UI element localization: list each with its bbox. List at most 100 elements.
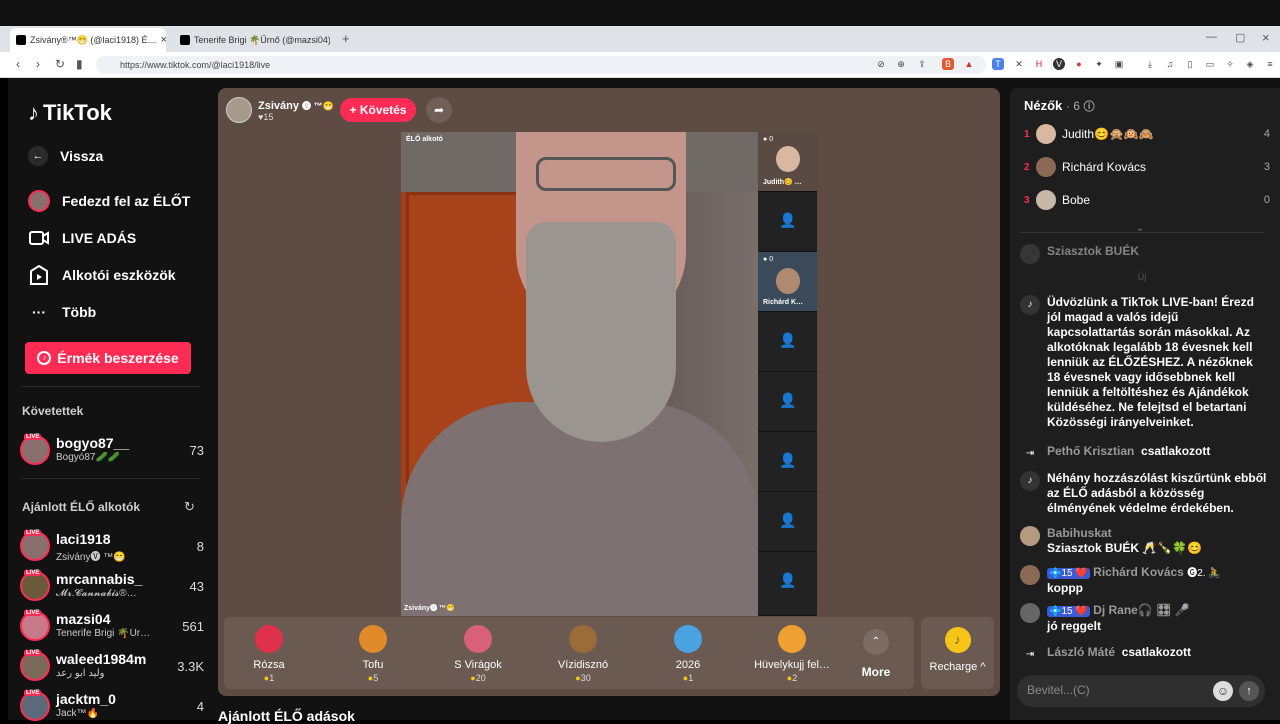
- back-link[interactable]: ← Vissza: [28, 146, 103, 166]
- close-window-icon[interactable]: ×: [1262, 30, 1270, 45]
- host-name: Zsivány: [258, 99, 299, 112]
- followed-heading: Követettek: [22, 404, 84, 418]
- forward-nav-icon[interactable]: ›: [36, 57, 40, 71]
- extension-icon[interactable]: ▣: [1113, 58, 1125, 70]
- chevron-up-icon: ⌃: [863, 629, 889, 655]
- capybara-gift-icon: [569, 625, 597, 653]
- gift-item[interactable]: Tofu ●5: [328, 617, 418, 689]
- gift-item[interactable]: S Virágok ●20: [433, 617, 523, 689]
- get-coins-button[interactable]: ♪ Érmék beszerzése: [25, 342, 191, 374]
- maximize-icon[interactable]: ▢: [1235, 31, 1245, 44]
- browser-tab[interactable]: Tenerife Brigi 🌴Űrnő (@mazsi04) Él… ×: [174, 28, 330, 52]
- tiktok-favicon: [16, 35, 26, 45]
- coin-icon: ♪: [944, 627, 971, 653]
- guest-slot[interactable]: 👤: [758, 192, 817, 252]
- viewer-row[interactable]: 1 Judith😊🙊🙉🙈 4: [1024, 122, 1270, 146]
- join-icon: ⇥: [1025, 649, 1035, 660]
- guest-slot[interactable]: ● 0 Richárd K…: [758, 252, 817, 312]
- more-dots-icon: ···: [32, 304, 46, 320]
- host-avatar[interactable]: [226, 97, 252, 123]
- gift-item[interactable]: 2026 ●1: [643, 617, 733, 689]
- creator-tools-icon: [28, 264, 50, 286]
- zoom-icon[interactable]: ⊕: [895, 58, 907, 70]
- translate-icon[interactable]: T: [992, 58, 1004, 70]
- viewer-row[interactable]: 2 Richárd Kovács 3: [1024, 155, 1270, 179]
- more-gifts-button[interactable]: ⌃ More: [854, 617, 898, 689]
- copilot-icon[interactable]: ✧: [1224, 58, 1236, 70]
- person-placeholder-icon: 👤: [779, 572, 797, 588]
- viewer-row[interactable]: 3 Bobe 0: [1024, 188, 1270, 212]
- recharge-button[interactable]: ♪ Recharge ^: [921, 617, 994, 689]
- tab-title: Zsivány®™😁 (@laci1918) É…: [30, 34, 157, 45]
- guest-slot[interactable]: 👤: [758, 432, 817, 492]
- extension-icon[interactable]: ✕: [1013, 58, 1025, 70]
- refresh-icon[interactable]: ↻: [184, 499, 195, 515]
- gift-item[interactable]: Rózsa ●1: [224, 617, 314, 689]
- nav-more[interactable]: ··· Több: [28, 301, 96, 323]
- extension-icon[interactable]: ●: [1073, 58, 1085, 70]
- sidebar-icon[interactable]: ▯: [1184, 58, 1196, 70]
- guest-slot[interactable]: 👤: [758, 372, 817, 432]
- avatar: [1020, 565, 1040, 585]
- gift-item[interactable]: Hüvelykujj fel… ●2: [747, 617, 837, 689]
- video-camera-icon: [28, 227, 50, 249]
- guest-slot[interactable]: 👤: [758, 312, 817, 372]
- new-tab-icon[interactable]: +: [342, 31, 350, 46]
- avatar: [1020, 603, 1040, 623]
- send-arrow-icon[interactable]: ↑: [1239, 681, 1259, 701]
- nav-go-live[interactable]: LIVE ADÁS: [28, 227, 136, 249]
- follow-button[interactable]: + Követés: [340, 98, 416, 122]
- wallet-icon[interactable]: ▭: [1204, 58, 1216, 70]
- avatar: [1036, 157, 1056, 177]
- info-icon: ⓘ: [1083, 101, 1095, 113]
- join-icon: ⇥: [1025, 448, 1035, 459]
- extension-icon[interactable]: H: [1033, 58, 1045, 70]
- nav-creator-tools[interactable]: Alkotói eszközök: [28, 264, 176, 286]
- tiktok-favicon: [180, 35, 190, 45]
- coin-icon: ♪: [37, 351, 52, 365]
- download-icon[interactable]: ⤓: [1144, 58, 1156, 70]
- tiktok-note-icon: ♪: [1020, 295, 1040, 315]
- extension-icon[interactable]: V: [1053, 58, 1065, 70]
- back-nav-icon[interactable]: ‹: [16, 57, 20, 71]
- rewards-icon[interactable]: ▲: [963, 58, 975, 70]
- media-icon[interactable]: ♫: [1164, 58, 1176, 70]
- recommended-heading: Ajánlott ÉLŐ alkotók: [22, 500, 141, 514]
- live-badge: LIVE: [24, 610, 42, 616]
- reload-icon[interactable]: ↻: [55, 57, 65, 71]
- extensions-puzzle-icon[interactable]: ✦: [1093, 58, 1105, 70]
- tab-close-icon[interactable]: ×: [161, 34, 166, 46]
- minimize-icon[interactable]: —: [1206, 31, 1217, 43]
- chat-input[interactable]: Bevitel...(C) ☺ ↑: [1017, 675, 1265, 707]
- nav-explore-live[interactable]: Fedezd fel az ÉLŐT: [28, 190, 190, 212]
- menu-icon[interactable]: ≡: [1264, 58, 1276, 70]
- recommended-creator[interactable]: LIVE mrcannabis_ 𝓜𝓻.𝓒𝓪𝓷𝓷𝓪𝓫𝓲𝓼®… 43: [20, 569, 204, 603]
- guest-count: ● 0: [763, 136, 774, 143]
- emoji-icon[interactable]: ☺: [1213, 681, 1233, 701]
- brave-shield-icon[interactable]: B: [942, 58, 954, 70]
- host-info[interactable]: Zsivány 🅥 ™😁 ♥15: [226, 97, 334, 123]
- divider: [22, 478, 200, 479]
- recommended-creator[interactable]: LIVE mazsi04 Tenerife Brigi 🌴Úr… 561: [20, 609, 204, 643]
- 2026-gift-icon: [674, 625, 702, 653]
- extension-icon[interactable]: ⊘: [875, 58, 887, 70]
- live-video[interactable]: ÉLŐ alkotó Zsivány🅥 ™😁: [401, 132, 758, 616]
- flowers-gift-icon: [464, 625, 492, 653]
- share-arrow-icon[interactable]: ➦: [426, 97, 452, 123]
- share-icon[interactable]: ⇪: [916, 58, 928, 70]
- followed-creator[interactable]: LIVE bogyo87__ Bogyó87🥒🥒 73: [20, 433, 204, 467]
- url-field[interactable]: https://www.tiktok.com/@laci1918/live: [96, 56, 986, 74]
- tiktok-note-icon: ♪: [1020, 471, 1040, 491]
- avatar-icon: [28, 190, 50, 212]
- vpn-icon[interactable]: ◈: [1244, 58, 1256, 70]
- browser-tab-active[interactable]: Zsivány®™😁 (@laci1918) É… ×: [10, 28, 166, 52]
- guest-slot[interactable]: ● 0 Judith😊 …: [758, 132, 817, 192]
- bookmark-icon[interactable]: ▮: [76, 57, 83, 71]
- tiktok-logo[interactable]: ♪ TikTok: [28, 100, 112, 126]
- gift-item[interactable]: Vízidisznó ●30: [538, 617, 628, 689]
- guest-slot[interactable]: 👤: [758, 552, 817, 616]
- recommended-creator[interactable]: LIVE laci1918 Zsivány🅥 ™😁 8: [20, 529, 204, 563]
- recommended-creator[interactable]: LIVE jacktm_0 Jack™🔥 4: [20, 689, 204, 723]
- guest-slot[interactable]: 👤: [758, 492, 817, 552]
- recommended-creator[interactable]: LIVE waleed1984m وليد ابو رعد 3.3K: [20, 649, 204, 683]
